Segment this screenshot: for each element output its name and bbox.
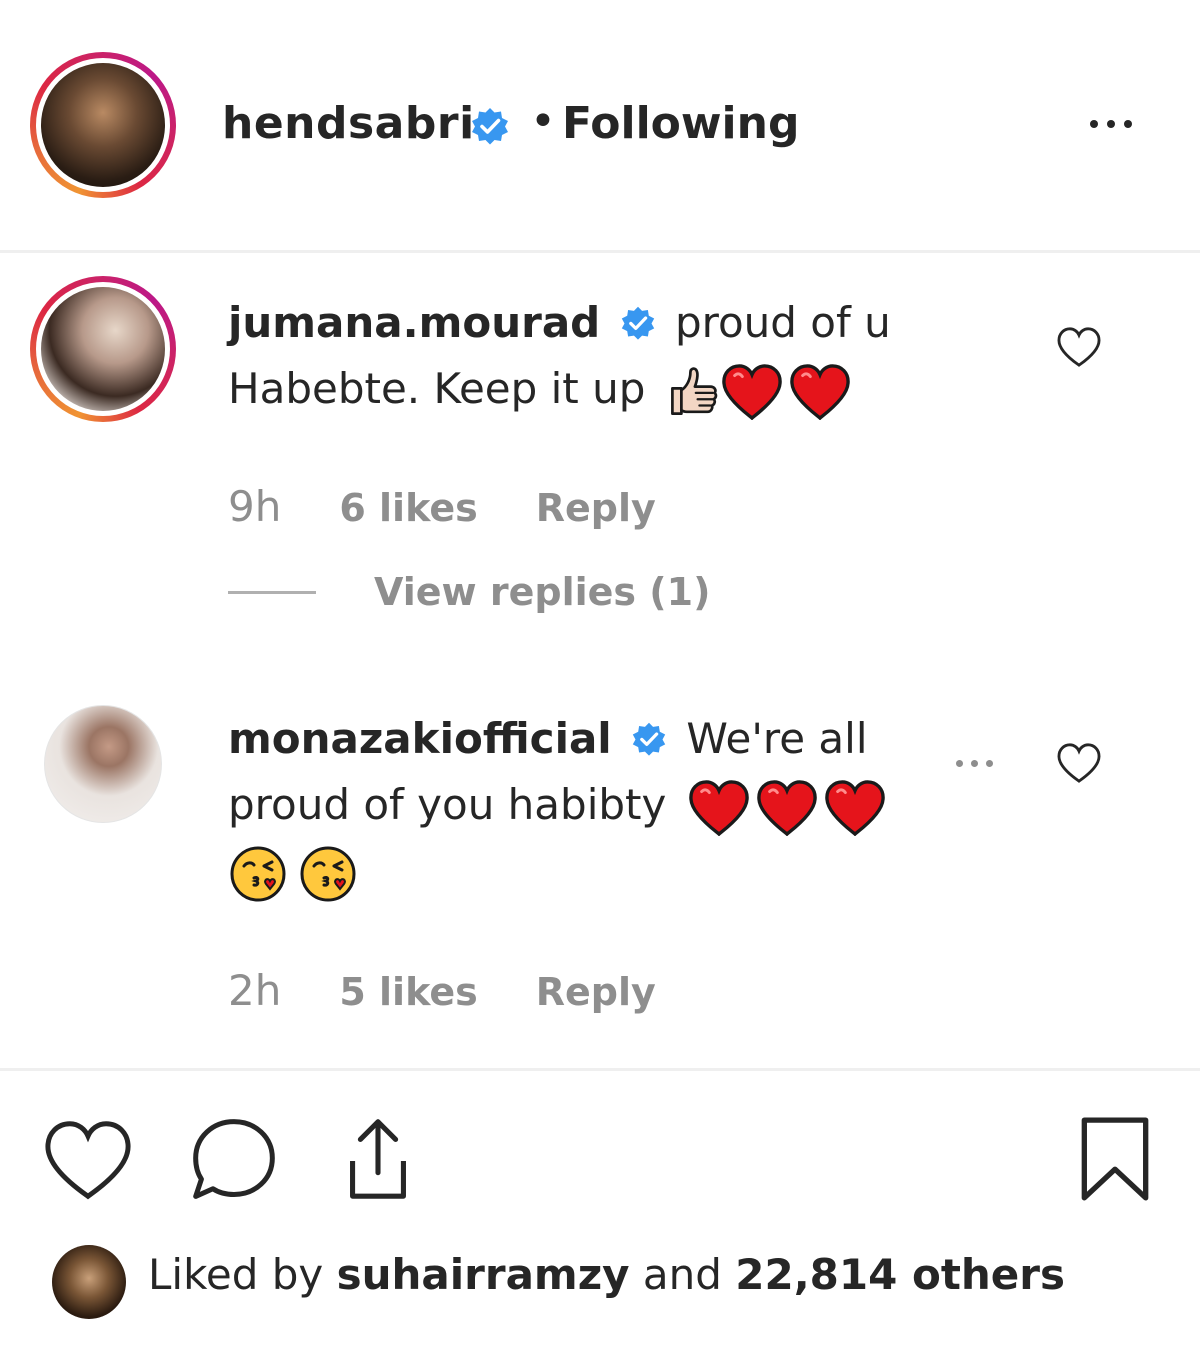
red-heart-icon	[756, 780, 818, 836]
red-heart-icon	[721, 364, 783, 420]
liked-by-others[interactable]: 22,814 others	[735, 1250, 1065, 1299]
comment-username[interactable]: jumana.mourad	[228, 298, 600, 347]
red-heart-icon	[789, 364, 851, 420]
view-replies-row[interactable]: View replies (1)	[228, 570, 710, 614]
like-heart-icon[interactable]	[42, 1118, 134, 1202]
like-comment-heart-icon[interactable]	[1056, 742, 1102, 784]
author-username[interactable]: hendsabri	[222, 98, 475, 149]
reply-button[interactable]: Reply	[536, 486, 656, 531]
view-replies-link[interactable]: View replies (1)	[374, 570, 710, 614]
actions-divider	[0, 1068, 1200, 1071]
share-icon[interactable]	[338, 1114, 418, 1204]
kissing-face-icon	[298, 844, 358, 904]
liked-by-user[interactable]: suhairramzy	[337, 1250, 630, 1299]
comment-body: jumana.mourad proud of u Habebte. Keep i…	[228, 290, 948, 422]
liked-by-text: Liked by suhairramzy and 22,814 others	[148, 1250, 1065, 1299]
following-button[interactable]: Following	[562, 98, 799, 149]
verified-badge-icon	[631, 721, 667, 757]
header-separator: •	[530, 96, 556, 147]
red-heart-icon	[824, 780, 886, 836]
comment-time: 9h	[228, 482, 282, 531]
author-avatar-ring[interactable]	[30, 52, 176, 198]
red-heart-icon	[688, 780, 750, 836]
verified-badge-icon	[470, 106, 510, 146]
liked-by-middle: and	[642, 1250, 722, 1299]
comment-avatar-ring[interactable]	[30, 276, 176, 422]
comment-likes[interactable]: 5 likes	[339, 970, 477, 1015]
thumbs-up-icon	[667, 365, 721, 419]
post-header: hendsabri • Following	[0, 0, 1200, 253]
comment-avatar[interactable]	[41, 287, 165, 411]
comment-icon[interactable]	[188, 1114, 280, 1206]
view-replies-line	[228, 590, 316, 594]
comment-avatar[interactable]	[44, 705, 162, 823]
comment-more-options-icon[interactable]	[956, 760, 993, 767]
like-comment-heart-icon[interactable]	[1056, 326, 1102, 368]
liked-by-avatar[interactable]	[52, 1245, 126, 1319]
save-bookmark-icon[interactable]	[1078, 1114, 1152, 1204]
comment-time: 2h	[228, 966, 282, 1015]
comment-meta: 9h 6 likes Reply	[228, 482, 656, 531]
reply-button[interactable]: Reply	[536, 970, 656, 1015]
kissing-face-icon	[228, 844, 288, 904]
verified-badge-icon	[620, 305, 656, 341]
author-avatar[interactable]	[41, 63, 165, 187]
comment-likes[interactable]: 6 likes	[339, 486, 477, 531]
more-options-icon[interactable]	[1090, 120, 1132, 128]
liked-by-prefix: Liked by	[148, 1250, 324, 1299]
comment-body: monazakiofficial We're all proud of you …	[228, 706, 928, 904]
comment-meta: 2h 5 likes Reply	[228, 966, 656, 1015]
comment-username[interactable]: monazakiofficial	[228, 714, 612, 763]
